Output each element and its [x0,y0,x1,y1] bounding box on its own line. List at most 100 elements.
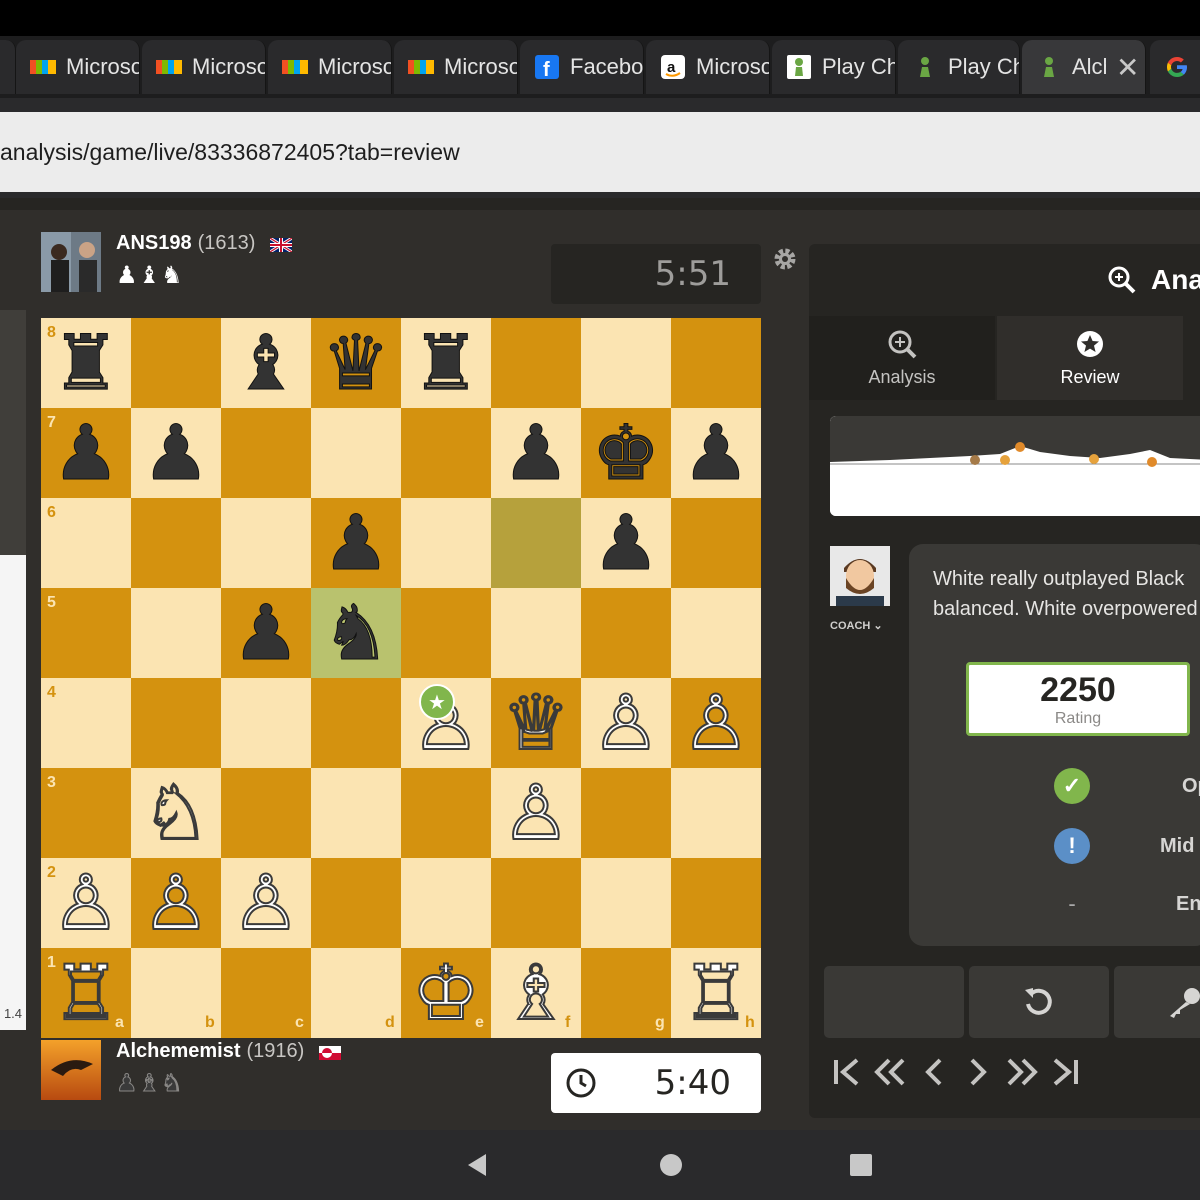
white-piece-b2[interactable]: ♙ [131,858,221,948]
browser-tab[interactable] [1150,40,1200,94]
first-move-icon[interactable] [829,1052,863,1092]
clock-time: 5:40 [654,1063,731,1103]
square-h5[interactable] [671,588,761,678]
retry-button[interactable] [969,966,1109,1038]
avatar[interactable] [41,1040,101,1100]
black-piece-b7[interactable]: ♟ [131,408,221,498]
coach-avatar[interactable] [830,546,890,606]
chess-board[interactable]: 8 7 6 5 4 3 2 1 a b c d e f g h ♜ ♝ ♛ ♜ ♟ ♟ ♟ ♚ ♟ ♟ ♟ ♟ ♞ ♙ ♕ ♙ ♙ ♘ ♙ ♙ ♙ ♙ ♖ ♔… [41,318,761,1038]
square-h2[interactable] [671,858,761,948]
player-name[interactable]: Alchememist [116,1040,241,1062]
black-piece-f7[interactable]: ♟ [491,408,581,498]
square-c6[interactable] [221,498,311,588]
browser-tab[interactable]: a Microsoft [646,40,770,94]
white-piece-h1[interactable]: ♖ [671,948,761,1038]
square-c3[interactable] [221,768,311,858]
white-piece-f4[interactable]: ♕ [491,678,581,768]
eval-graph[interactable] [830,416,1200,516]
black-piece-g7[interactable]: ♚ [581,408,671,498]
square-b5[interactable] [131,588,221,678]
browser-tab[interactable]: Microsoft [16,40,140,94]
square-g5[interactable] [581,588,671,678]
square-h3[interactable] [671,768,761,858]
square-f8[interactable] [491,318,581,408]
graph-point[interactable] [1015,442,1025,452]
square-c4[interactable] [221,678,311,768]
browser-tab[interactable]: Microsoft [268,40,392,94]
square-e3[interactable] [401,768,491,858]
graph-point[interactable] [1147,457,1157,467]
avatar[interactable] [41,232,101,292]
fast-forward-icon[interactable] [1005,1052,1039,1092]
white-piece-f1[interactable]: ♗ [491,948,581,1038]
black-piece-a7[interactable]: ♟ [41,408,131,498]
recents-icon[interactable] [849,1153,873,1177]
square-e5[interactable] [401,588,491,678]
square-h8[interactable] [671,318,761,408]
white-piece-a2[interactable]: ♙ [41,858,131,948]
prev-move-icon[interactable] [917,1052,951,1092]
key-moments-button[interactable] [1114,966,1200,1038]
back-icon[interactable] [464,1152,490,1178]
black-piece-e8[interactable]: ♜ [401,318,491,408]
tab-analysis[interactable]: Analysis [809,316,995,400]
browser-tab[interactable]: Microsoft [394,40,518,94]
square-g8[interactable] [581,318,671,408]
player-name[interactable]: ANS198 [116,232,192,254]
check-icon: ✓ [1054,768,1090,804]
square-b6[interactable] [131,498,221,588]
square-b8[interactable] [131,318,221,408]
square-g2[interactable] [581,858,671,948]
browser-tab[interactable]: f Facebook [520,40,644,94]
gear-icon[interactable] [772,246,798,272]
square-f6[interactable] [491,498,581,588]
uk-flag-icon [269,237,292,252]
coach-label[interactable]: COACH ⌄ [830,619,890,632]
black-piece-c5[interactable]: ♟ [221,588,311,678]
white-piece-g4[interactable]: ♙ [581,678,671,768]
url-field[interactable]: analysis/game/live/83336872405?tab=revie… [0,112,1200,192]
square-h6[interactable] [671,498,761,588]
tab-review[interactable]: Review [997,316,1183,400]
square-f5[interactable] [491,588,581,678]
white-piece-b3[interactable]: ♘ [131,768,221,858]
browser-tab[interactable]: Play Chess [898,40,1020,94]
coach[interactable]: COACH ⌄ [830,546,890,632]
square-e2[interactable] [401,858,491,948]
white-piece-e1[interactable]: ♔ [401,948,491,1038]
white-piece-f3[interactable]: ♙ [491,768,581,858]
browser-tab[interactable]: Play Chess [772,40,896,94]
black-piece-h7[interactable]: ♟ [671,408,761,498]
browser-tab[interactable]: c [0,40,16,94]
square-d2[interactable] [311,858,401,948]
close-tab-icon[interactable]: ✕ [1116,51,1139,84]
fast-back-icon[interactable] [873,1052,907,1092]
white-piece-h4[interactable]: ♙ [671,678,761,768]
black-piece-g6[interactable]: ♟ [581,498,671,588]
white-piece-a1[interactable]: ♖ [41,948,131,1038]
square-d4[interactable] [311,678,401,768]
square-d7[interactable] [311,408,401,498]
white-piece-c2[interactable]: ♙ [221,858,311,948]
browser-tab-active[interactable]: Alchemist ✕ [1022,40,1146,94]
black-piece-d5[interactable]: ♞ [311,588,401,678]
graph-point[interactable] [970,455,980,465]
black-piece-c8[interactable]: ♝ [221,318,311,408]
square-g3[interactable] [581,768,671,858]
square-f2[interactable] [491,858,581,948]
browser-tab[interactable]: Microsoft [142,40,266,94]
square-e6[interactable] [401,498,491,588]
square-c7[interactable] [221,408,311,498]
black-piece-d8[interactable]: ♛ [311,318,401,408]
square-e7[interactable] [401,408,491,498]
square-b4[interactable] [131,678,221,768]
graph-point[interactable] [1000,455,1010,465]
graph-point[interactable] [1089,454,1099,464]
black-piece-a8[interactable]: ♜ [41,318,131,408]
black-piece-d6[interactable]: ♟ [311,498,401,588]
square-d3[interactable] [311,768,401,858]
next-move-icon[interactable] [961,1052,995,1092]
control-button[interactable] [824,966,964,1038]
last-move-icon[interactable] [1049,1052,1083,1092]
home-icon[interactable] [659,1153,683,1177]
